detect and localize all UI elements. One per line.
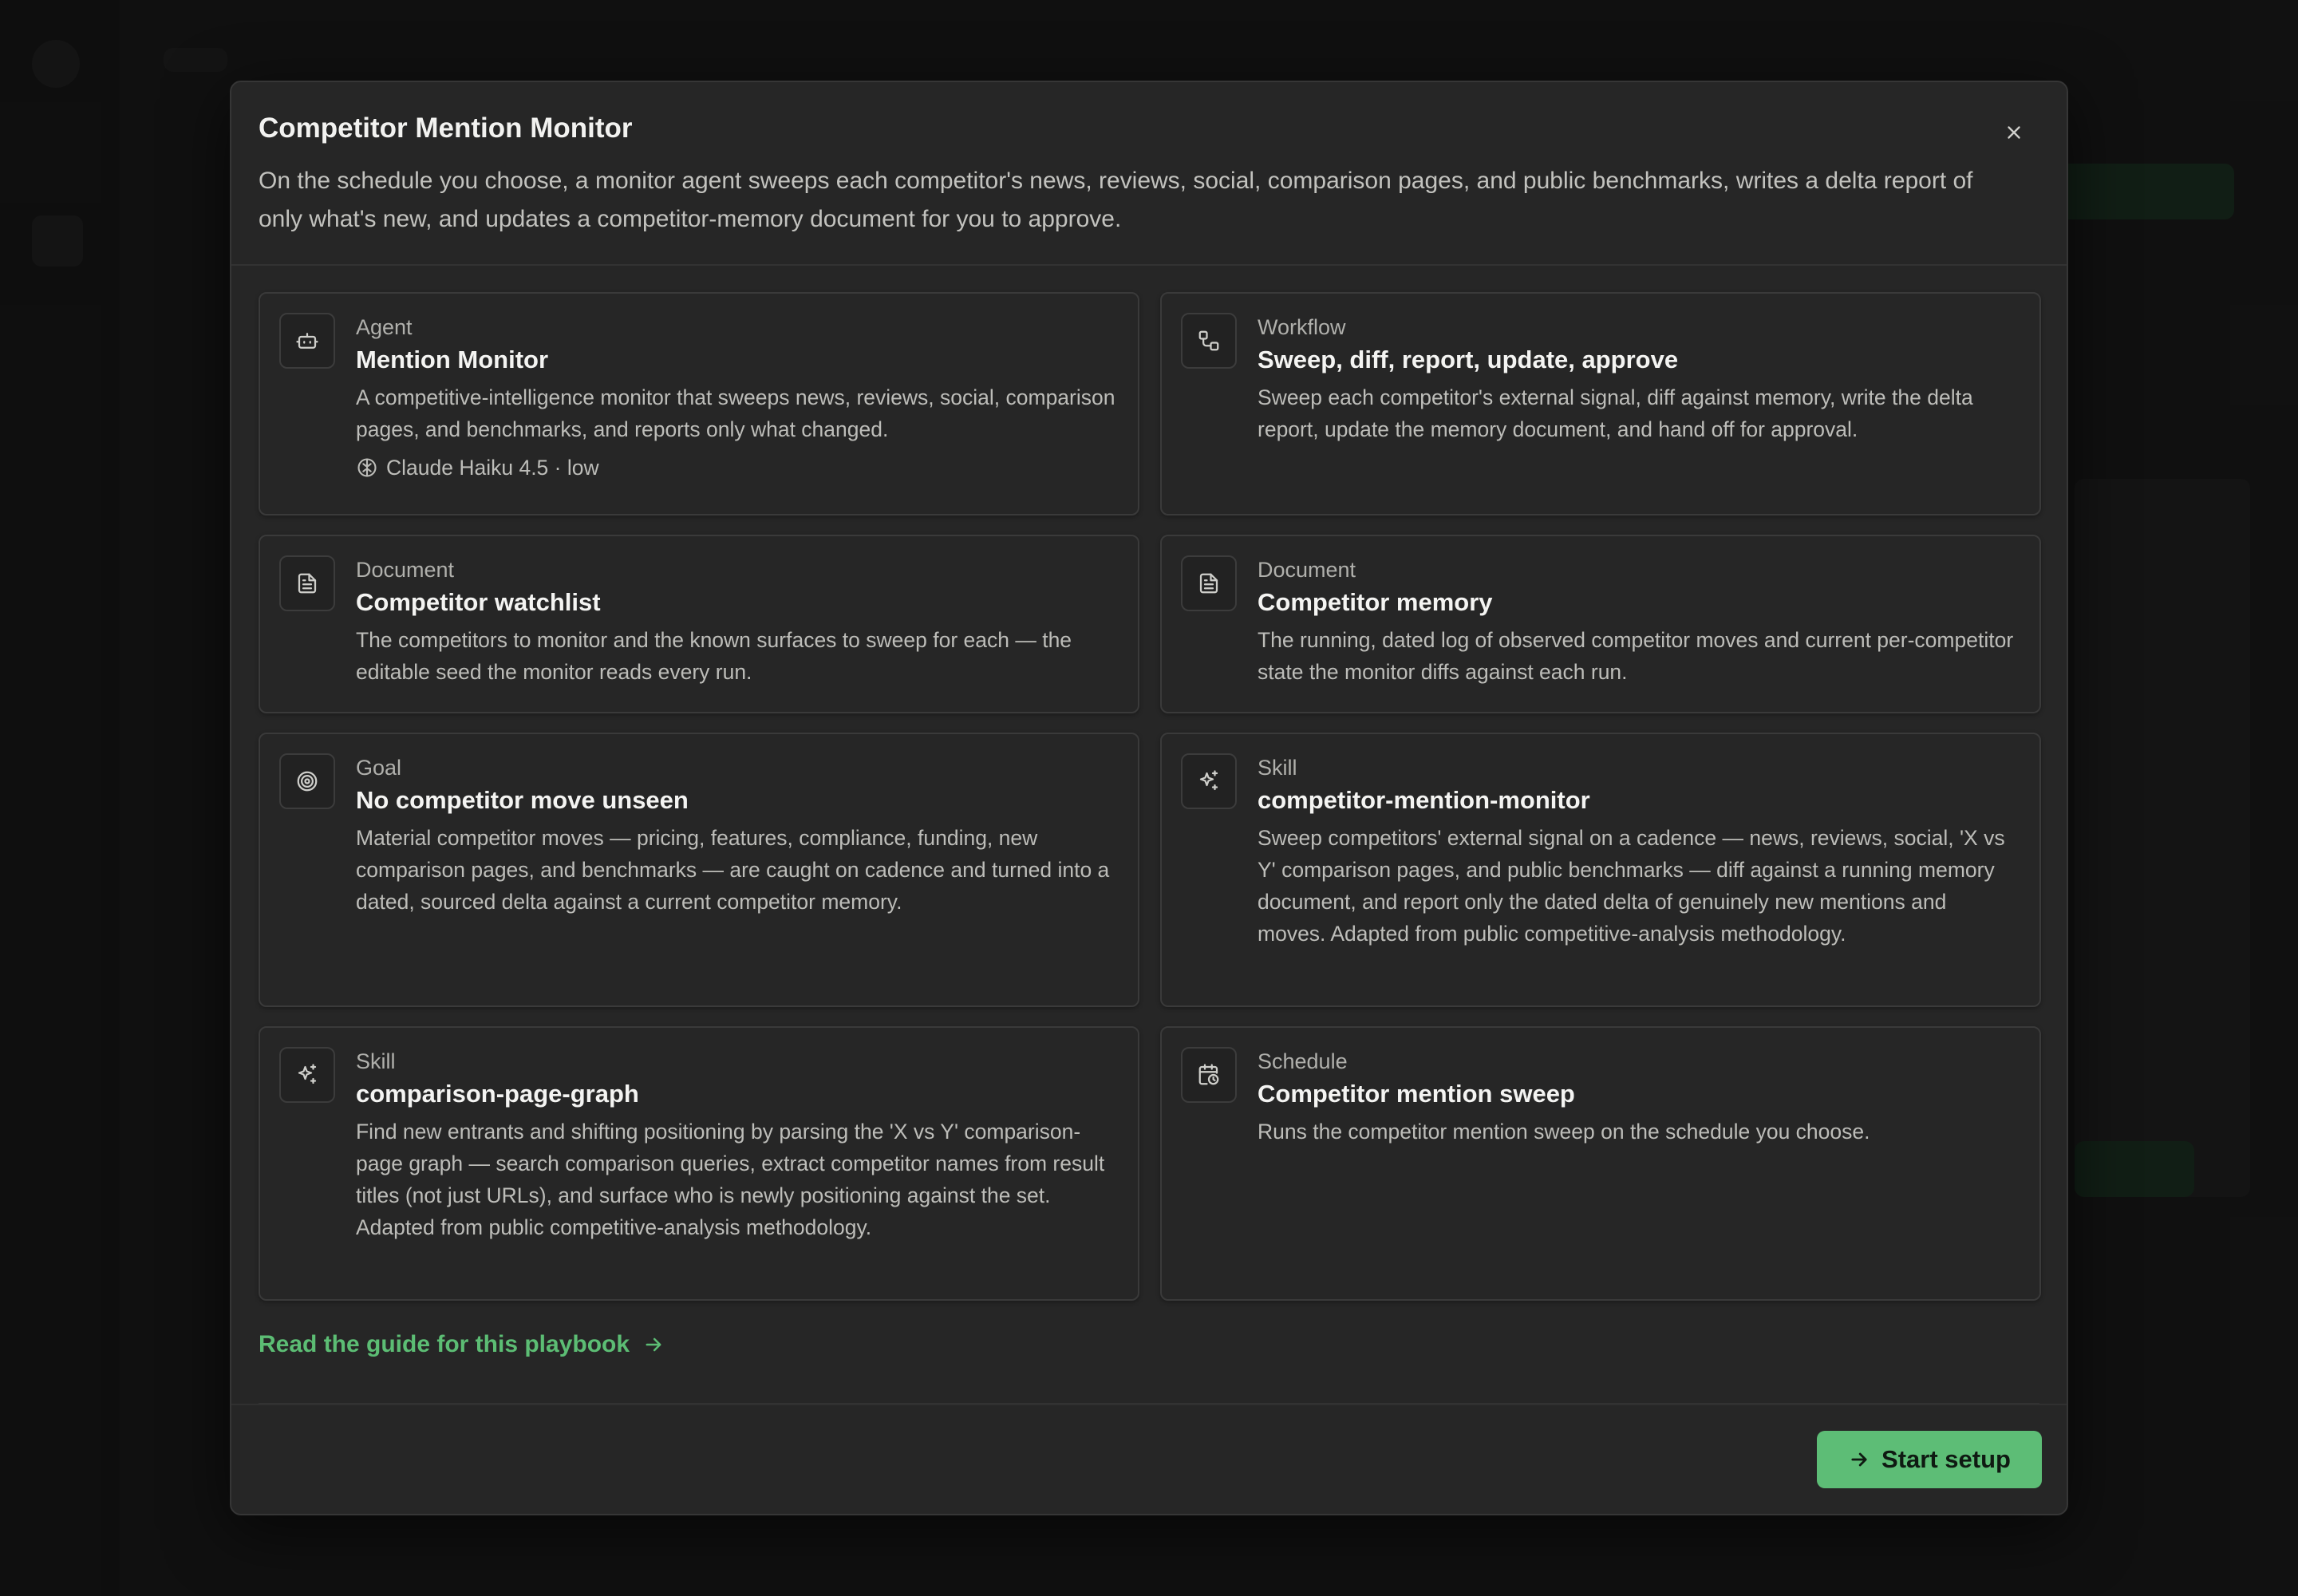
card-icon-box — [1181, 555, 1237, 611]
card-goal[interactable]: Goal No competitor move unseen Material … — [259, 733, 1139, 1007]
card-type: Document — [1258, 558, 1356, 582]
card-description: Material competitor moves — pricing, fea… — [356, 826, 1110, 914]
card-icon-box — [1181, 1047, 1237, 1103]
arrow-right-icon — [1851, 1452, 1867, 1467]
playbook-modal: Competitor Mention Monitor On the schedu… — [230, 81, 2068, 1515]
card-title: Sweep, diff, report, update, approve — [1258, 346, 1679, 373]
card-icon-box — [1181, 753, 1237, 809]
card-type: Agent — [356, 315, 413, 339]
modal-description: On the schedule you choose, a monitor ag… — [259, 168, 1973, 232]
card-type: Document — [356, 558, 455, 582]
arrow-right-icon — [646, 1337, 661, 1352]
document-icon — [298, 573, 317, 594]
card-description: A competitive-intelligence monitor that … — [356, 385, 1115, 441]
card-type: Schedule — [1258, 1049, 1348, 1073]
model-info: Claude Haiku 4.5 · low — [356, 452, 1119, 484]
card-title: Competitor memory — [1258, 588, 1493, 616]
card-icon-box — [279, 555, 335, 611]
sparkle-icon — [298, 1064, 317, 1084]
close-icon — [2008, 126, 2020, 139]
card-title: competitor-mention-monitor — [1258, 786, 1590, 814]
model-label: Claude Haiku 4.5 · low — [386, 456, 599, 480]
card-description: Sweep competitors' external signal on a … — [1258, 826, 2005, 946]
modal-footer: Start setup — [231, 1404, 2067, 1514]
card-competitor-memory[interactable]: Document Competitor memory The running, … — [1160, 535, 2041, 713]
card-description: Find new entrants and shifting positioni… — [356, 1120, 1105, 1239]
workflow-icon — [1198, 330, 1219, 351]
card-icon-box — [279, 313, 335, 369]
card-type: Skill — [356, 1049, 396, 1073]
card-description: The competitors to monitor and the known… — [356, 628, 1072, 684]
card-icon-box — [1181, 313, 1237, 369]
card-skill-competitor-mention-monitor[interactable]: Skill competitor-mention-monitor Sweep c… — [1160, 733, 2041, 1007]
brain-icon — [357, 458, 377, 477]
start-setup-label: Start setup — [1881, 1445, 2011, 1473]
card-type: Skill — [1258, 756, 1297, 780]
card-description: Sweep each competitor's external signal,… — [1258, 385, 1973, 441]
card-description: Runs the competitor mention sweep on the… — [1258, 1120, 1870, 1144]
card-title: Competitor mention sweep — [1258, 1080, 1575, 1108]
guide-link-label: Read the guide for this playbook — [259, 1331, 630, 1357]
guide-link[interactable]: Read the guide for this playbook — [259, 1331, 665, 1358]
card-icon-box — [279, 1047, 335, 1103]
card-skill-comparison-page-graph[interactable]: Skill comparison-page-graph Find new ent… — [259, 1026, 1139, 1301]
card-agent[interactable]: Agent Mention Monitor A competitive-inte… — [259, 292, 1139, 516]
card-competitor-watchlist[interactable]: Document Competitor watchlist The compet… — [259, 535, 1139, 713]
card-schedule[interactable]: Schedule Competitor mention sweep Runs t… — [1160, 1026, 2041, 1301]
card-workflow[interactable]: Workflow Sweep, diff, report, update, ap… — [1160, 292, 2041, 516]
close-button[interactable] — [1996, 114, 2032, 151]
card-type: Goal — [356, 756, 402, 780]
bot-icon — [296, 333, 318, 349]
calendar-clock-icon — [1198, 1064, 1219, 1085]
target-icon — [297, 771, 318, 792]
document-icon — [1199, 573, 1218, 594]
card-title: comparison-page-graph — [356, 1080, 639, 1108]
card-title: No competitor move unseen — [356, 786, 689, 814]
card-description: The running, dated log of observed compe… — [1258, 628, 2014, 684]
card-title: Mention Monitor — [356, 346, 549, 373]
card-type: Workflow — [1258, 315, 1346, 339]
modal-title: Competitor Mention Monitor — [259, 113, 633, 144]
card-title: Competitor watchlist — [356, 588, 601, 616]
start-setup-button[interactable]: Start setup — [1817, 1431, 2042, 1488]
modal-header: Competitor Mention Monitor On the schedu… — [231, 82, 2067, 266]
card-icon-box — [279, 753, 335, 809]
sparkle-icon — [1199, 770, 1218, 791]
